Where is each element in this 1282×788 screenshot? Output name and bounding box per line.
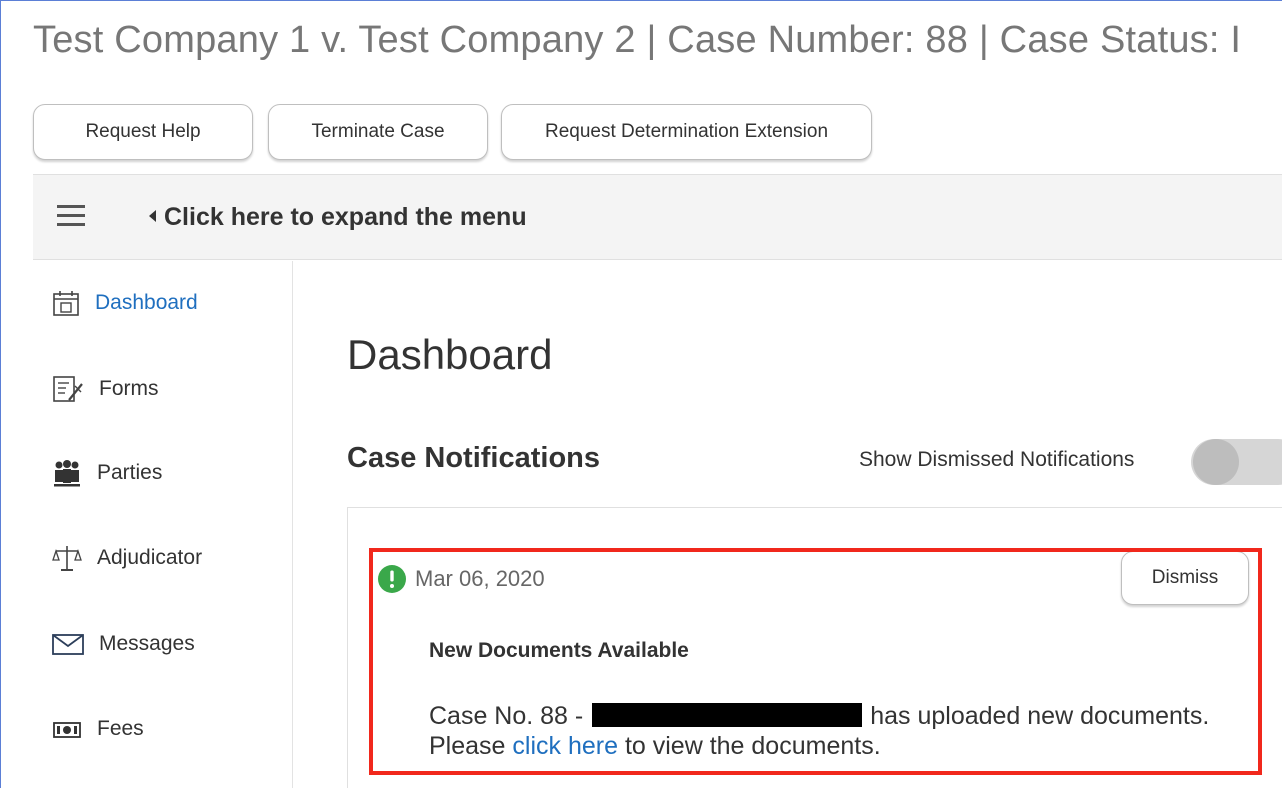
sidebar-item-fees[interactable]: Fees [51, 709, 281, 749]
scales-icon [52, 546, 82, 571]
sidebar-item-label: Forms [99, 377, 159, 400]
sidebar-item-messages[interactable]: Messages [51, 624, 281, 664]
caret-left-icon [149, 210, 156, 222]
expand-menu-label: Click here to expand the menu [164, 203, 527, 231]
terminate-case-button[interactable]: Terminate Case [268, 104, 488, 160]
toggle-knob [1193, 439, 1239, 485]
request-help-button[interactable]: Request Help [33, 104, 253, 160]
page-title: Dashboard [347, 331, 553, 378]
highlight-box [369, 548, 1262, 775]
sidebar: Dashboard Forms Parties Adjudicator Mess… [33, 261, 293, 788]
show-dismissed-toggle[interactable] [1191, 439, 1282, 485]
sidebar-item-adjudicator[interactable]: Adjudicator [51, 538, 281, 578]
sidebar-item-label: Parties [97, 461, 163, 484]
hamburger-menu-icon[interactable] [57, 205, 85, 227]
sidebar-item-dashboard[interactable]: Dashboard [51, 283, 281, 323]
sidebar-item-label: Messages [99, 632, 195, 655]
envelope-icon [52, 634, 84, 655]
app-frame: Test Company 1 v. Test Company 2 | Case … [0, 0, 1282, 788]
sidebar-item-parties[interactable]: Parties [51, 453, 281, 493]
request-extension-button[interactable]: Request Determination Extension [501, 104, 872, 160]
money-icon [53, 722, 81, 738]
sidebar-item-label: Dashboard [95, 291, 198, 314]
menu-bar: Click here to expand the menu [33, 174, 1282, 260]
case-notifications-title: Case Notifications [347, 442, 600, 474]
sidebar-item-forms[interactable]: Forms [51, 369, 281, 409]
forms-icon [53, 376, 83, 402]
expand-menu-link[interactable]: Click here to expand the menu [149, 203, 527, 232]
sidebar-item-label: Adjudicator [97, 546, 203, 569]
show-dismissed-label: Show Dismissed Notifications [859, 448, 1135, 471]
case-title: Test Company 1 v. Test Company 2 | Case … [33, 19, 1242, 61]
calendar-icon [53, 291, 79, 316]
sidebar-item-label: Fees [97, 717, 144, 740]
parties-icon [54, 460, 80, 487]
